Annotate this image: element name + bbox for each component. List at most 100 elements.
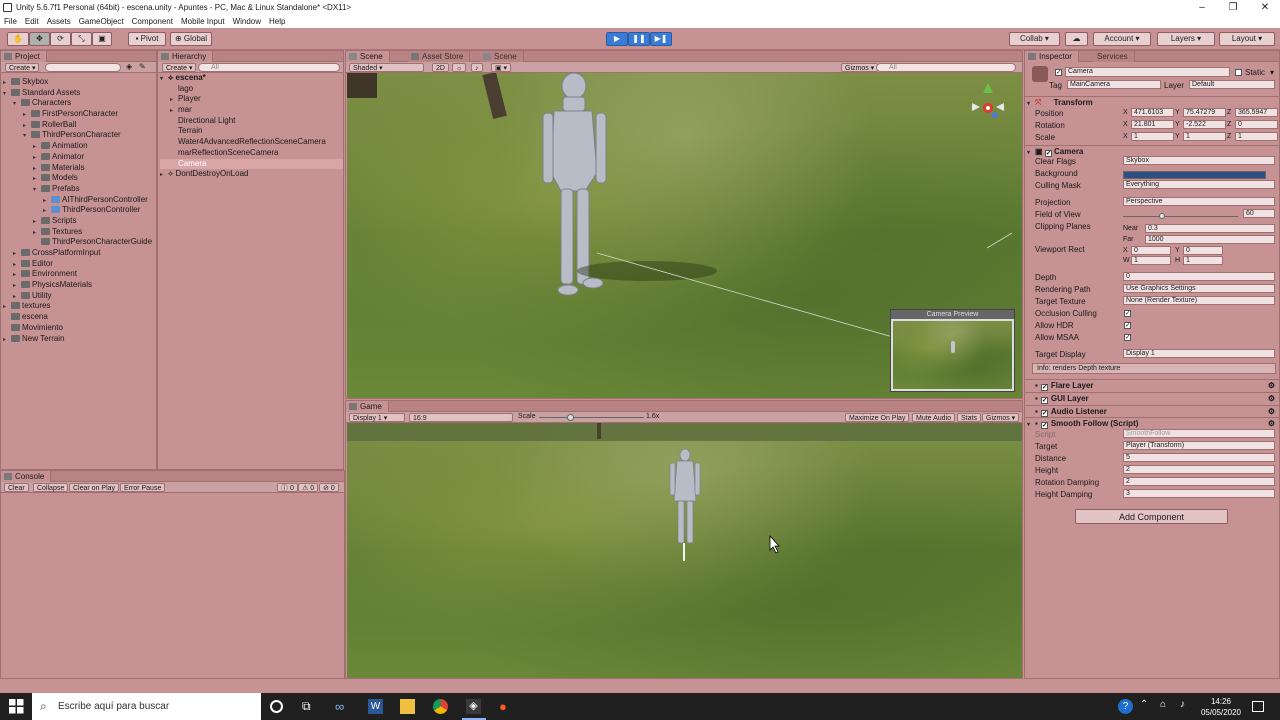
menu-help[interactable]: Help [265, 15, 289, 28]
transform-ry-field[interactable]: -2.522 [1183, 120, 1226, 129]
tag-dropdown[interactable]: MainCamera [1067, 80, 1161, 89]
audio-toggle-icon[interactable]: ♪ [471, 63, 483, 72]
smooth-row-value[interactable]: 3 [1123, 489, 1275, 498]
smooth-row-value[interactable]: 2 [1123, 465, 1275, 474]
scale-slider[interactable] [539, 417, 644, 418]
tab-services[interactable]: Services [1093, 51, 1135, 62]
menu-component[interactable]: Component [128, 15, 177, 28]
component-enabled-checkbox[interactable]: ✓ [1040, 384, 1048, 391]
component-header[interactable]: ▪ ✓ Flare Layer ⚙ [1025, 379, 1279, 391]
camera-row-value[interactable]: 0 [1123, 272, 1275, 281]
warning-count-button[interactable]: ⚠ 0 [298, 483, 319, 492]
viewport-h-field[interactable]: 1 [1183, 256, 1223, 265]
expand-arrow-icon[interactable]: ▸ [3, 335, 11, 346]
game-viewport[interactable] [347, 423, 1022, 678]
project-tree-item[interactable]: ▸ AIThirdPersonController [3, 195, 156, 206]
gear-icon[interactable]: ⚙ [1268, 393, 1275, 405]
tab-scene-2[interactable]: Scene [480, 51, 524, 62]
hierarchy-item[interactable]: Terrain [160, 126, 343, 137]
project-tree-item[interactable]: escena [3, 312, 156, 323]
hierarchy-item[interactable]: Directional Light [160, 116, 343, 127]
object-name-field[interactable]: Camera [1065, 67, 1230, 77]
network-icon[interactable]: ⌂ [1160, 699, 1175, 714]
clear-on-play-button[interactable]: Clear on Play [69, 483, 120, 492]
viewport-y-field[interactable]: 0 [1183, 246, 1223, 255]
pause-button[interactable]: ❚❚ [628, 32, 650, 46]
cortana-icon[interactable] [270, 700, 283, 713]
move-tool-icon[interactable]: ✥ [29, 32, 50, 46]
layout-dropdown[interactable]: Layout ▾ [1219, 32, 1275, 46]
project-tree-item[interactable]: ▸ RollerBall [3, 120, 156, 131]
2d-toggle[interactable]: 2D [432, 63, 449, 72]
hierarchy-item[interactable]: ▸ Player [160, 94, 343, 105]
smooth-row-value[interactable]: 2 [1123, 477, 1275, 486]
transform-sz-field[interactable]: 1 [1235, 132, 1278, 141]
active-checkbox[interactable]: ✓ [1055, 69, 1062, 76]
scene-gizmos-dropdown[interactable]: Gizmos ▾ [841, 63, 879, 72]
task-view-icon[interactable]: ⧉ [302, 699, 317, 714]
project-tree-item[interactable]: ▸ textures [3, 301, 156, 312]
tab-scene[interactable]: Scene [346, 51, 390, 62]
menu-window[interactable]: Window [229, 15, 265, 28]
component-enabled-checkbox[interactable]: ✓ [1040, 422, 1048, 429]
camera-row-value[interactable]: Display 1 [1123, 349, 1275, 358]
static-dropdown-icon[interactable]: ▾ [1270, 68, 1274, 77]
project-tree-item[interactable]: Movimiento [3, 323, 156, 334]
camera-row-value[interactable]: Everything [1123, 180, 1275, 189]
near-field[interactable]: 0.3 [1145, 224, 1275, 233]
loop-app-icon[interactable]: ∞ [335, 699, 350, 714]
camera-row-value[interactable]: ✓ [1124, 334, 1131, 341]
global-toggle[interactable]: ⊕ Global [170, 32, 212, 46]
cloud-icon[interactable]: ☁ [1065, 32, 1088, 46]
menu-file[interactable]: File [0, 15, 21, 28]
component-header[interactable]: ▪ ✓ GUI Layer ⚙ [1025, 392, 1279, 404]
maximize-on-play-toggle[interactable]: Maximize On Play [845, 413, 910, 422]
project-tree-item[interactable]: ▸ Models [3, 173, 156, 184]
smooth-row-value[interactable]: Player (Transform) [1123, 441, 1275, 450]
minimize-button[interactable]: – [1187, 0, 1217, 15]
scale-slider-handle[interactable] [567, 414, 574, 421]
menu-assets[interactable]: Assets [43, 15, 75, 28]
collab-button[interactable]: Collab ▾ [1009, 32, 1060, 46]
hierarchy-item[interactable]: marReflectionSceneCamera [160, 148, 343, 159]
transform-px-field[interactable]: 471.6103 [1131, 108, 1174, 117]
app-icon[interactable]: ● [499, 699, 514, 714]
smooth-row-value[interactable]: 5 [1123, 453, 1275, 462]
menu-gameobject[interactable]: GameObject [75, 15, 128, 28]
far-field[interactable]: 1000 [1145, 235, 1275, 244]
transform-rx-field[interactable]: 21.801 [1131, 120, 1174, 129]
tab-game[interactable]: Game [346, 401, 389, 412]
scene-search-input[interactable]: All [876, 63, 1016, 72]
project-search-input[interactable] [45, 63, 121, 72]
chrome-icon[interactable] [433, 699, 448, 714]
hierarchy-item[interactable]: Camera [160, 158, 343, 170]
project-tree-item[interactable]: ▸ Scripts [3, 216, 156, 227]
rotate-tool-icon[interactable]: ⟳ [50, 32, 71, 46]
component-header[interactable]: ▾ ▪ ✓ Smooth Follow (Script) ⚙ [1025, 417, 1279, 429]
scene-viewport[interactable]: Camera Preview [347, 73, 1022, 398]
camera-row-value[interactable]: 60 [1243, 209, 1275, 218]
fov-slider-handle[interactable] [1159, 213, 1165, 219]
hand-tool-icon[interactable]: ✋ [7, 32, 29, 46]
scene-root-row[interactable]: ▾ ⟡ escena* [160, 73, 343, 84]
camera-row-value[interactable]: Perspective [1123, 197, 1275, 206]
project-tree-item[interactable]: ▸ Textures [3, 227, 156, 238]
project-tree-item[interactable]: ▸ Environment [3, 269, 156, 280]
shading-mode-dropdown[interactable]: Shaded ▾ [349, 63, 424, 72]
windows-start-icon[interactable] [9, 699, 24, 714]
taskbar-search-input[interactable]: ⌕ Escribe aquí para buscar [32, 693, 261, 720]
gear-icon[interactable]: ⚙ [1268, 380, 1275, 392]
scale-tool-icon[interactable]: ⤡ [71, 32, 92, 46]
project-tree-item[interactable]: ▾ Prefabs [3, 184, 156, 195]
hierarchy-create-button[interactable]: Create ▾ [162, 63, 197, 72]
clock[interactable]: 14:26 05/05/2020 [1198, 696, 1244, 718]
fov-slider[interactable] [1123, 216, 1238, 217]
file-explorer-icon[interactable] [400, 699, 415, 714]
display-dropdown[interactable]: Display 1 ▾ [349, 413, 405, 422]
account-dropdown[interactable]: Account ▾ [1093, 32, 1151, 46]
pivot-toggle[interactable]: ▪ Pivot [128, 32, 166, 46]
camera-enabled-checkbox[interactable]: ✓ [1044, 150, 1052, 157]
project-tree-item[interactable]: ▸ Animator [3, 152, 156, 163]
tab-asset-store[interactable]: Asset Store [408, 51, 471, 62]
scene-gizmo-icon[interactable] [972, 83, 1004, 119]
